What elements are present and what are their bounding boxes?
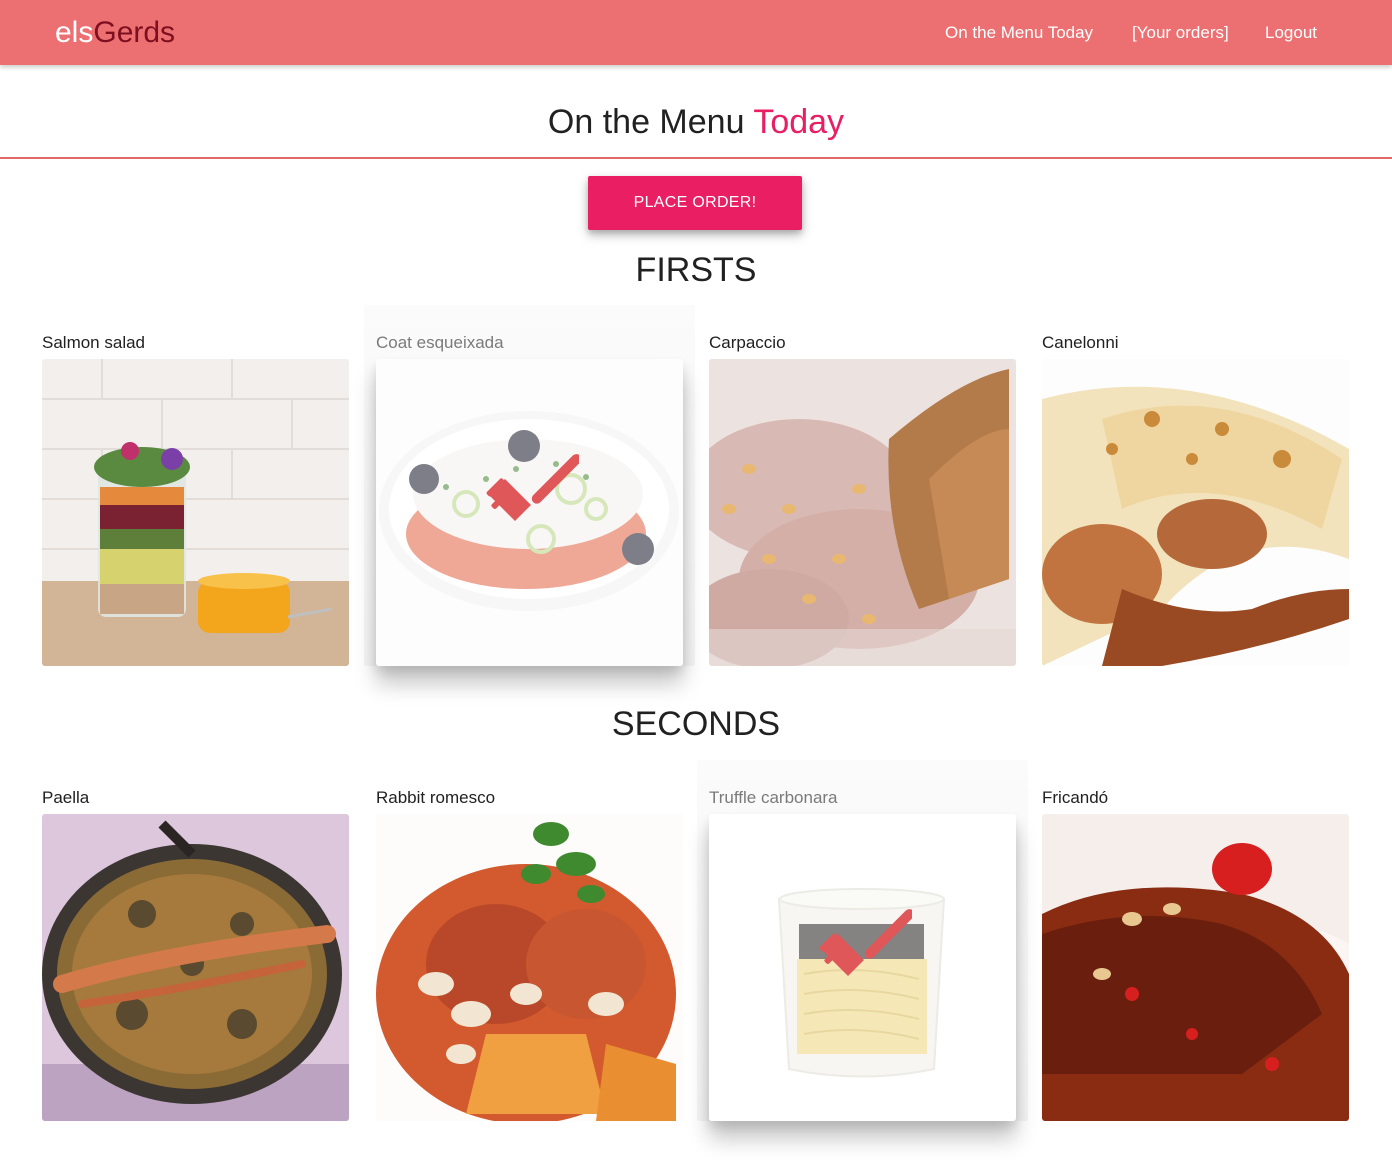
menu-card-fricando[interactable]: Fricandó <box>1042 764 1349 1124</box>
nav-link-logout[interactable]: Logout <box>1265 22 1317 44</box>
page-title-main: On the Menu <box>547 103 754 141</box>
menu-card-canelonni[interactable]: Canelonni <box>1042 309 1349 669</box>
dish-photo[interactable] <box>709 814 1016 1121</box>
navbar: elsGerds On the Menu Today [Your orders]… <box>0 0 1392 65</box>
menu-item-name: Fricandó <box>1042 788 1109 807</box>
menu-item-name: Rabbit romesco <box>376 788 496 807</box>
fork-icon <box>819 909 912 976</box>
menu-item-name: Coat esqueixada <box>376 333 504 352</box>
place-order-button[interactable]: PLACE ORDER! <box>588 176 802 230</box>
brand-logo[interactable]: elsGerds <box>55 15 175 51</box>
dish-photo[interactable] <box>1042 359 1349 666</box>
menu-card-salmon-salad[interactable]: Salmon salad <box>42 309 349 669</box>
title-divider <box>0 157 1392 159</box>
menu-card-paella[interactable]: Paella <box>42 764 349 1124</box>
brand-prefix: els <box>55 16 94 49</box>
menu-card-truffle-carbonara[interactable]: Truffle carbonara <box>697 760 1028 1124</box>
menu-card-coat-esqueixada[interactable]: Coat esqueixada <box>364 305 695 669</box>
menu-item-name: Paella <box>42 788 90 807</box>
menu-item-name: Carpaccio <box>709 333 786 352</box>
page-title: On the Menu Today <box>0 100 1392 144</box>
menu-item-name: Canelonni <box>1042 333 1119 352</box>
dish-photo[interactable] <box>376 814 683 1121</box>
menu-item-name: Truffle carbonara <box>709 788 838 807</box>
nav-link-your-orders[interactable]: [Your orders] <box>1132 22 1229 44</box>
dish-photo[interactable] <box>1042 814 1349 1121</box>
section-heading-seconds: SECONDS <box>611 705 781 743</box>
dish-photo[interactable] <box>709 359 1016 666</box>
brand-suffix: Gerds <box>93 16 176 49</box>
nav-link-menu-today[interactable]: On the Menu Today <box>945 22 1093 44</box>
section-heading-firsts: FIRSTS <box>635 251 757 289</box>
dish-photo[interactable] <box>376 359 683 666</box>
menu-card-carpaccio[interactable]: Carpaccio <box>709 309 1016 669</box>
page-title-accent: Today <box>753 103 845 141</box>
menu-card-rabbit-romesco[interactable]: Rabbit romesco <box>376 764 683 1124</box>
fork-icon <box>486 454 579 521</box>
dish-photo[interactable] <box>42 359 349 666</box>
dish-photo[interactable] <box>42 814 349 1121</box>
menu-item-name: Salmon salad <box>42 333 146 352</box>
